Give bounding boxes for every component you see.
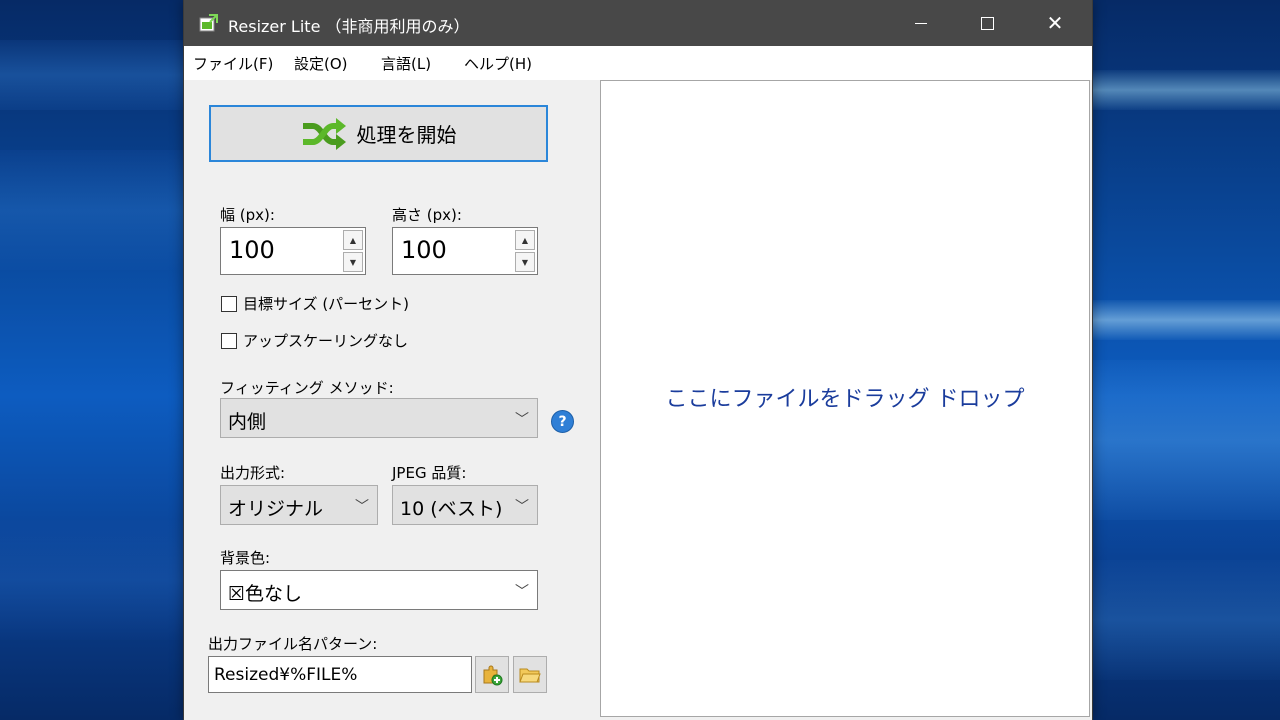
height-value: 100: [401, 236, 447, 264]
menu-bar: ファイル(F) 設定(O) 言語(L) ヘルプ(H): [184, 46, 1092, 80]
output-filename-label: 出力ファイル名パターン:: [208, 635, 378, 653]
fitting-method-label: フィッティング メソッド:: [220, 379, 394, 397]
background-color-value: ☒色なし: [228, 583, 303, 605]
jpeg-quality-value: 10 (ベスト): [400, 498, 503, 520]
light-beam: [1090, 560, 1280, 680]
title-bar[interactable]: Resizer Lite （非商用利用のみ） ✕: [184, 0, 1092, 46]
output-format-select[interactable]: オリジナル ﹀: [220, 485, 378, 525]
minimize-button[interactable]: [898, 0, 944, 46]
output-format-label: 出力形式:: [220, 464, 286, 482]
background-color-select[interactable]: ☒色なし ﹀: [220, 570, 538, 610]
fitting-method-value: 内側: [228, 411, 267, 433]
help-icon[interactable]: ?: [551, 410, 574, 433]
puzzle-add-icon: [483, 665, 503, 685]
height-spinner[interactable]: 100 ▲ ▼: [392, 227, 538, 275]
close-button[interactable]: ✕: [1032, 0, 1078, 46]
browse-folder-button[interactable]: [513, 656, 547, 693]
menu-settings[interactable]: 設定(O): [294, 53, 348, 74]
close-icon: ✕: [1046, 11, 1064, 35]
menu-language[interactable]: 言語(L): [381, 53, 431, 74]
height-increment-button[interactable]: ▲: [515, 230, 535, 250]
drop-hint-text: ここにファイルをドラッグ ドロップ: [665, 387, 1025, 412]
start-processing-label: 処理を開始: [356, 123, 457, 147]
menu-help[interactable]: ヘルプ(H): [464, 53, 532, 74]
maximize-button[interactable]: [964, 0, 1010, 46]
checkbox-box: [221, 295, 237, 312]
start-processing-button[interactable]: 処理を開始: [209, 105, 548, 162]
chevron-down-icon: ﹀: [515, 499, 529, 515]
target-size-percent-checkbox[interactable]: 目標サイズ (パーセント): [221, 293, 409, 314]
chevron-down-icon: ﹀: [515, 412, 529, 428]
output-filename-input[interactable]: Resized¥%FILE%: [208, 656, 472, 693]
no-upscaling-checkbox[interactable]: アップスケーリングなし: [221, 330, 408, 351]
width-spinner-buttons: ▲ ▼: [343, 230, 363, 272]
checkbox-box: [221, 332, 237, 349]
no-upscaling-label: アップスケーリングなし: [243, 332, 409, 350]
height-decrement-button[interactable]: ▼: [515, 252, 535, 272]
light-beam: [0, 150, 190, 270]
width-label: 幅 (px):: [220, 206, 275, 224]
folder-icon: [519, 668, 541, 682]
resizer-app-icon: [199, 14, 218, 32]
minimize-icon: [915, 22, 927, 24]
width-spinner[interactable]: 100 ▲ ▼: [220, 227, 366, 275]
light-beam: [1090, 70, 1280, 110]
settings-panel: 処理を開始 幅 (px): 高さ (px): 100 ▲ ▼ 100 ▲ ▼ 目…: [184, 80, 599, 720]
fitting-method-select[interactable]: 内側 ﹀: [220, 398, 538, 438]
light-beam: [1090, 360, 1280, 520]
light-beam: [1090, 300, 1280, 340]
output-filename-value: Resized¥%FILE%: [214, 665, 358, 685]
width-value: 100: [229, 236, 275, 264]
file-drop-area[interactable]: ここにファイルをドラッグ ドロップ: [600, 80, 1090, 717]
height-spinner-buttons: ▲ ▼: [515, 230, 535, 272]
width-decrement-button[interactable]: ▼: [343, 252, 363, 272]
shuffle-arrows-icon: [302, 117, 346, 150]
output-format-value: オリジナル: [228, 498, 324, 520]
jpeg-quality-label: JPEG 品質:: [392, 464, 467, 482]
target-size-percent-label: 目標サイズ (パーセント): [243, 295, 410, 313]
height-label: 高さ (px):: [392, 206, 462, 224]
chevron-down-icon: ﹀: [515, 584, 529, 600]
maximize-icon: [980, 16, 994, 30]
window-title: Resizer Lite （非商用利用のみ）: [228, 17, 470, 36]
jpeg-quality-select[interactable]: 10 (ベスト) ﹀: [392, 485, 538, 525]
background-color-label: 背景色:: [220, 549, 271, 567]
app-window: Resizer Lite （非商用利用のみ） ✕ ファイル(F) 設定(O) 言…: [183, 0, 1093, 720]
add-token-button[interactable]: [475, 656, 509, 693]
chevron-down-icon: ﹀: [355, 499, 369, 515]
light-beam: [0, 520, 190, 640]
light-beam: [0, 40, 190, 110]
menu-file[interactable]: ファイル(F): [193, 53, 273, 74]
width-increment-button[interactable]: ▲: [343, 230, 363, 250]
